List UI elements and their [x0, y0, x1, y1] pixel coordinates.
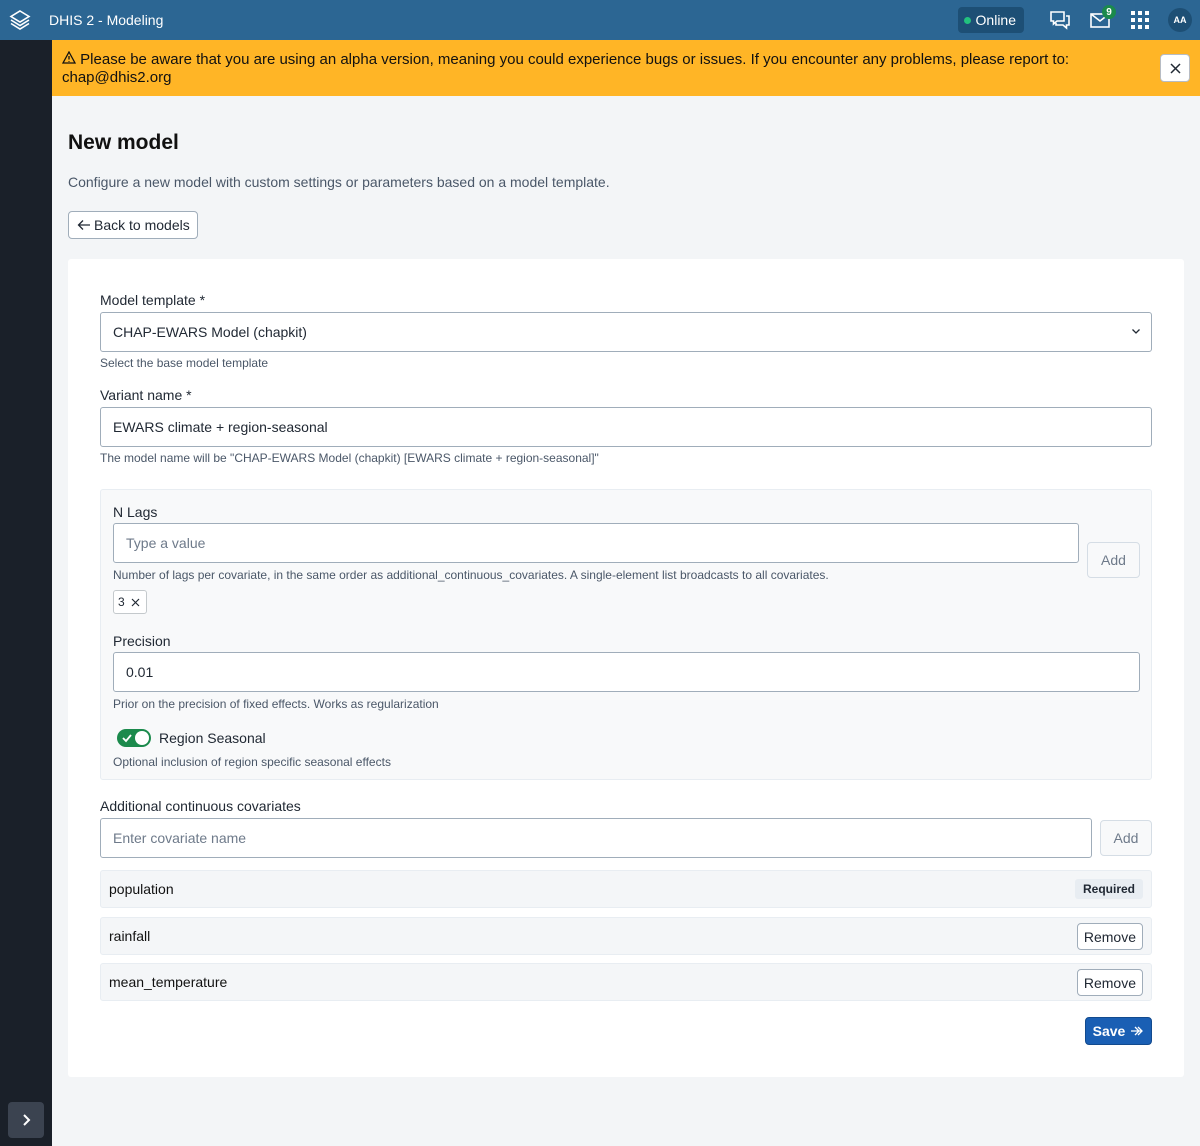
variant-name-value: EWARS climate + region-seasonal — [113, 419, 328, 435]
save-button[interactable]: Save — [1085, 1017, 1152, 1045]
apps-menu-button[interactable] — [1120, 0, 1160, 40]
covariate-name: mean_temperature — [109, 974, 228, 990]
toggle-knob — [135, 731, 149, 745]
new-model-form: Model template * CHAP-EWARS Model (chapk… — [68, 259, 1184, 1077]
model-template-help: Select the base model template — [100, 356, 269, 370]
online-status-label: Online — [975, 12, 1016, 28]
sidebar — [0, 40, 52, 1146]
chevron-right-icon — [23, 1114, 31, 1126]
variant-name-input[interactable]: EWARS climate + region-seasonal — [100, 407, 1152, 447]
precision-label: Precision — [113, 633, 171, 649]
variant-name-label: Variant name * — [100, 387, 192, 403]
precision-value: 0.01 — [126, 664, 154, 680]
covariate-row-rainfall: rainfall Remove — [100, 917, 1152, 955]
check-icon — [122, 734, 132, 743]
page-description: Configure a new model with custom settin… — [68, 174, 610, 190]
model-template-select[interactable]: CHAP-EWARS Model (chapkit) — [100, 312, 1152, 352]
covariate-name-input[interactable]: Enter covariate name — [100, 818, 1092, 858]
arrow-left-icon — [77, 220, 90, 230]
save-button-label: Save — [1092, 1023, 1126, 1039]
back-button-label: Back to models — [94, 217, 190, 233]
alert-message: Please be aware that you are using an al… — [62, 51, 1070, 86]
precision-input[interactable]: 0.01 — [113, 652, 1140, 692]
covariate-add-button[interactable]: Add — [1100, 820, 1152, 856]
online-status-badge: Online — [957, 7, 1024, 33]
dhis2-logo-icon[interactable] — [0, 0, 40, 40]
covariate-name: rainfall — [109, 928, 151, 944]
covariates-label: Additional continuous covariates — [100, 798, 301, 814]
user-avatar[interactable]: AA — [1168, 8, 1192, 32]
n-lags-label: N Lags — [113, 504, 158, 520]
remove-mean-temperature-button[interactable]: Remove — [1076, 969, 1143, 996]
model-template-value: CHAP-EWARS Model (chapkit) — [113, 324, 307, 340]
app-title: DHIS 2 - Modeling — [49, 12, 164, 28]
variant-name-help: The model name will be "CHAP-EWARS Model… — [100, 451, 599, 465]
model-template-label: Model template * — [100, 292, 206, 308]
top-header: DHIS 2 - Modeling Online 9 AA — [0, 0, 1200, 40]
main-content: New model Configure a new model with cus… — [52, 96, 1200, 1146]
apps-grid-icon — [1131, 11, 1149, 29]
remove-rainfall-button[interactable]: Remove — [1076, 923, 1143, 950]
chat-icon — [1050, 11, 1070, 30]
covariate-row-population: population Required — [100, 870, 1152, 908]
region-seasonal-label[interactable]: Region Seasonal — [159, 730, 266, 746]
covariate-name-placeholder: Enter covariate name — [113, 830, 247, 846]
alpha-warning-banner: Please be aware that you are using an al… — [52, 40, 1200, 96]
back-to-models-button[interactable]: Back to models — [68, 211, 198, 239]
region-seasonal-help: Optional inclusion of region specific se… — [113, 755, 391, 769]
precision-help: Prior on the precision of fixed effects.… — [113, 697, 439, 711]
n-lags-help: Number of lags per covariate, in the sam… — [113, 568, 829, 582]
close-icon — [1169, 62, 1181, 74]
region-seasonal-toggle[interactable] — [117, 729, 151, 747]
covariate-row-mean-temperature: mean_temperature Remove — [100, 963, 1152, 1001]
interpretations-button[interactable]: 9 — [1080, 0, 1120, 40]
warning-icon — [61, 50, 80, 68]
n-lags-input[interactable]: Type a value — [113, 523, 1079, 563]
covariate-name: population — [109, 881, 174, 897]
model-parameters-panel: N Lags Type a value Add Number of lags p… — [100, 489, 1152, 780]
online-dot-icon — [963, 16, 971, 24]
n-lags-chip-value: 3 — [118, 595, 125, 609]
n-lags-add-button[interactable]: Add — [1087, 542, 1140, 578]
chip-remove-icon[interactable] — [131, 598, 140, 607]
required-badge: Required — [1074, 879, 1143, 899]
page-title: New model — [68, 131, 179, 154]
sidebar-expand-button[interactable] — [8, 1102, 44, 1138]
chevron-down-icon — [1132, 329, 1140, 334]
messages-button[interactable] — [1040, 0, 1080, 40]
alert-close-button[interactable] — [1160, 54, 1190, 82]
mail-count-badge: 9 — [1102, 5, 1116, 19]
n-lags-placeholder: Type a value — [126, 535, 206, 551]
arrow-right-icon — [1131, 1026, 1144, 1036]
n-lags-chip: 3 — [113, 590, 147, 614]
